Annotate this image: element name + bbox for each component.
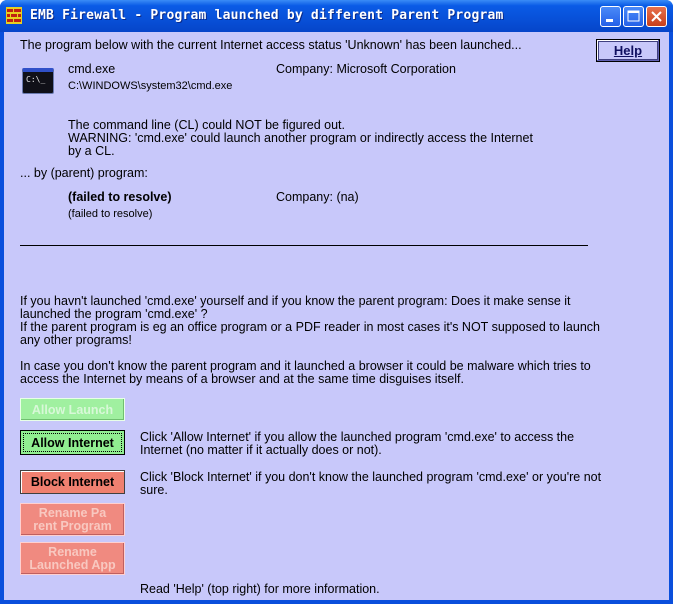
window-title: EMB Firewall - Program launched by diffe… xyxy=(30,8,504,23)
block-hint-line-2: sure. xyxy=(140,483,168,497)
firewall-app-icon[interactable] xyxy=(6,7,22,24)
parent-program-company: Company: (na) xyxy=(276,190,359,204)
allow-internet-button[interactable]: Allow Internet xyxy=(20,430,125,455)
firewall-window: EMB Firewall - Program launched by diffe… xyxy=(0,0,673,604)
minimize-icon xyxy=(606,19,613,22)
launched-program-path: C:\WINDOWS\system32\cmd.exe xyxy=(68,80,233,92)
allow-hint-line-2: Internet (no matter if it actually does … xyxy=(140,443,382,457)
parent-program-path: (failed to resolve) xyxy=(68,208,153,220)
question-line-4: any other programs! xyxy=(20,333,132,347)
footer-help-text: Read 'Help' (top right) for more informa… xyxy=(140,582,380,596)
allow-launch-button[interactable]: Allow Launch xyxy=(20,398,125,421)
warning-line-3: by a CL. xyxy=(68,144,115,158)
rename-parent-program-button[interactable]: Rename Pa rent Program xyxy=(20,503,125,536)
maximize-icon xyxy=(627,10,640,22)
cmd-icon-text: C:\_ xyxy=(26,75,46,84)
block-internet-button[interactable]: Block Internet xyxy=(20,470,125,494)
maximize-button[interactable] xyxy=(623,6,644,27)
title-bar[interactable]: EMB Firewall - Program launched by diffe… xyxy=(0,0,673,32)
malware-note-line-2: access the Internet by means of a browse… xyxy=(20,372,464,386)
rename-launched-label-2: Launched App xyxy=(29,558,116,572)
dialog-body: The program below with the current Inter… xyxy=(4,32,669,600)
warning-line-2: WARNING: 'cmd.exe' could launch another … xyxy=(68,131,533,145)
intro-text: The program below with the current Inter… xyxy=(20,38,522,52)
rename-parent-label-2: rent Program xyxy=(33,519,112,533)
rename-launched-app-button[interactable]: Rename Launched App xyxy=(20,542,125,575)
launched-program-company: Company: Microsoft Corporation xyxy=(276,62,456,76)
separator-line xyxy=(20,245,588,246)
help-button[interactable]: Help xyxy=(596,39,660,62)
minimize-button[interactable] xyxy=(600,6,621,27)
parent-program-label: ... by (parent) program: xyxy=(20,166,148,180)
launched-program-name: cmd.exe xyxy=(68,62,116,76)
parent-program-name: (failed to resolve) xyxy=(68,190,172,204)
close-icon xyxy=(651,11,662,22)
close-button[interactable] xyxy=(646,6,667,27)
block-hint-line-1: Click 'Block Internet' if you don't know… xyxy=(140,470,602,484)
cmd-prompt-icon: C:\_ xyxy=(22,68,54,94)
